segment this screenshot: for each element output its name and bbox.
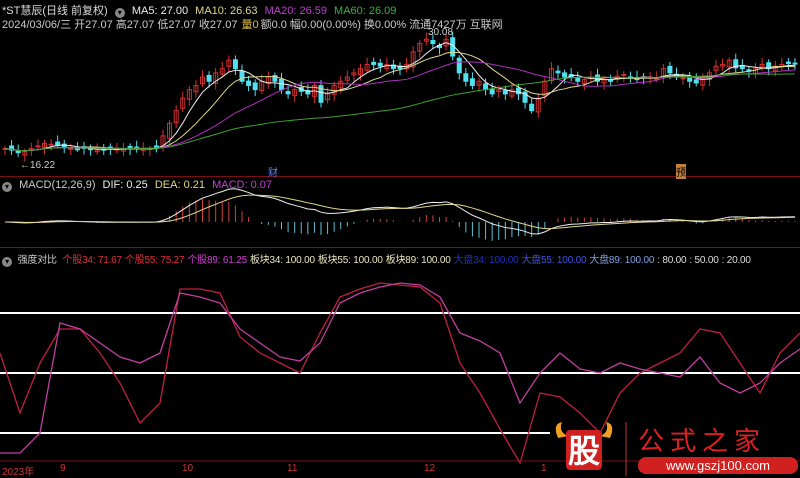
candle xyxy=(621,74,627,77)
strength-legend-item: 个股34: 71.67 xyxy=(62,255,122,266)
strength-legend-item: 板块55: 100.00 xyxy=(317,255,383,266)
candle xyxy=(285,91,291,95)
chevron-down-icon[interactable]: ▾ xyxy=(2,257,12,267)
candle xyxy=(693,79,699,84)
forecast-marker[interactable]: 预 xyxy=(676,164,686,179)
svg-text:股: 股 xyxy=(568,432,600,470)
strength-legend-item: 个股89: 61.25 xyxy=(187,255,247,266)
candle xyxy=(785,61,791,65)
candle xyxy=(377,62,383,67)
strength-header: ▾ 强度对比 个股34: 71.67 个股55: 75.27 个股89: 61.25… xyxy=(2,251,754,267)
high-price-label: 30.08 xyxy=(428,27,454,38)
chevron-down-icon[interactable]: ▾ xyxy=(2,182,12,192)
x-label: 1 xyxy=(541,463,547,474)
candle xyxy=(463,73,469,82)
macd-header: ▾ MACD(12,26,9) DIF: 0.25 DEA: 0.21 MACD… xyxy=(2,179,276,192)
candle xyxy=(252,82,258,91)
candle xyxy=(529,103,535,112)
dea-line xyxy=(4,194,796,230)
candle xyxy=(430,40,436,44)
macd-dif: DIF: 0.25 xyxy=(102,179,148,191)
candle xyxy=(469,78,475,86)
financial-marker[interactable]: 财 xyxy=(268,164,278,179)
strength-legend-item: 大盘34: 100.00 xyxy=(453,255,519,266)
candle xyxy=(206,74,212,82)
candle xyxy=(74,148,80,151)
x-label: 9 xyxy=(60,463,66,474)
candle xyxy=(792,62,798,65)
strength-legend-item: 板块89: 100.00 xyxy=(385,255,451,266)
strength-legend-item: 个股55: 75.27 xyxy=(124,255,185,266)
strength-legend-item: 大盘89: 100.00 xyxy=(589,255,655,266)
candle xyxy=(246,80,252,86)
candle xyxy=(555,70,561,74)
low-price-label: ←16.22 xyxy=(20,160,56,171)
candle xyxy=(68,147,74,150)
strength-legend-item: : 50.00 xyxy=(689,255,719,266)
dif-line xyxy=(4,188,796,235)
macd-value: MACD: 0.07 xyxy=(212,179,272,191)
candle xyxy=(608,79,614,82)
x-label: 11 xyxy=(287,463,298,474)
candle xyxy=(279,78,284,91)
candle xyxy=(456,57,462,74)
macd-dea: DEA: 0.21 xyxy=(154,179,205,191)
strength-legend-item: : 80.00 xyxy=(657,255,687,266)
strength-legend-item: 大盘55: 100.00 xyxy=(521,255,587,266)
candle xyxy=(239,70,245,82)
candle xyxy=(667,65,673,74)
watermark-logo: 股 公式之家 www.gszj100.com xyxy=(552,420,800,476)
candle xyxy=(483,83,489,91)
svg-text:www.gszj100.com: www.gszj100.com xyxy=(665,458,770,473)
candle xyxy=(502,90,508,95)
candle xyxy=(562,72,568,78)
x-label: 12 xyxy=(424,463,436,474)
ma5-line xyxy=(4,42,796,152)
x-label: 10 xyxy=(182,463,194,474)
candle xyxy=(489,88,495,95)
strength-legend-item: 板块34: 100.00 xyxy=(249,255,315,266)
candle xyxy=(48,143,54,146)
candle xyxy=(55,141,61,146)
chart-canvas[interactable] xyxy=(0,0,800,476)
ma60-line xyxy=(4,73,796,152)
divider xyxy=(0,247,800,248)
strength-title: 强度对比 xyxy=(17,255,57,266)
candle xyxy=(371,61,377,65)
candle xyxy=(232,59,238,70)
candle xyxy=(15,150,21,154)
strength-legend-item: : 20.00 xyxy=(721,255,751,266)
macd-title: MACD(12,26,9) xyxy=(19,179,96,191)
candle xyxy=(575,77,581,82)
candle xyxy=(35,145,41,148)
svg-text:公式之家: 公式之家 xyxy=(638,427,766,457)
